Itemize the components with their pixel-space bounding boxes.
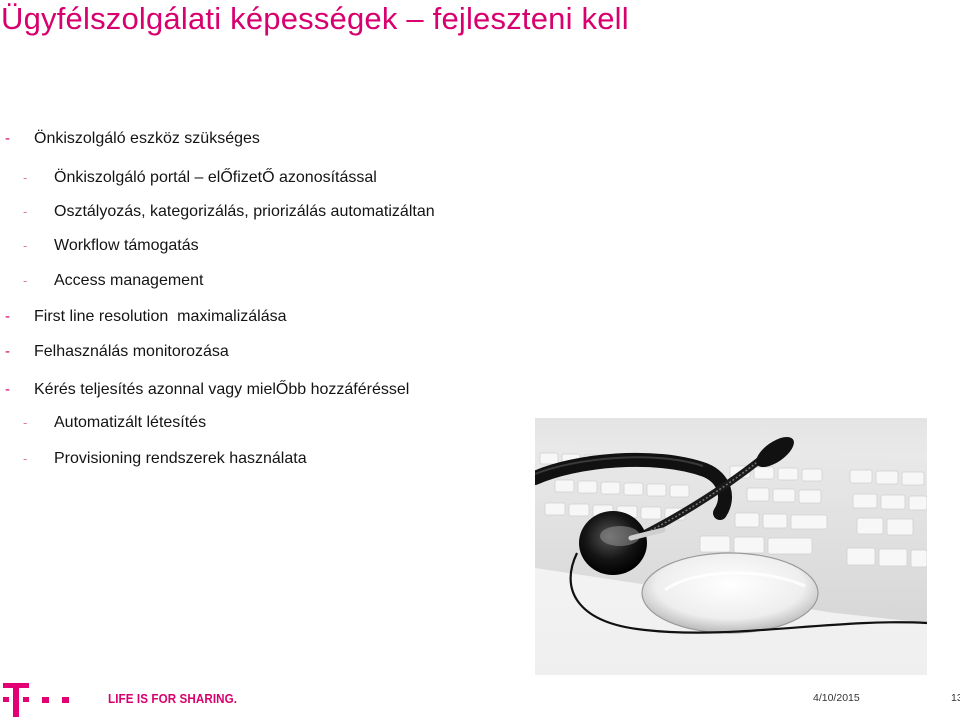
bullet-text: Önkiszolgáló portál – elŐfizetŐ azonosít… bbox=[54, 169, 377, 186]
bullet-text: First line resolution maximalizálása bbox=[34, 308, 287, 325]
mouse-icon bbox=[641, 552, 819, 634]
logo-dot bbox=[62, 697, 69, 703]
bullet-marker: - bbox=[23, 415, 28, 430]
footer-tagline: LIFE IS FOR SHARING. bbox=[108, 692, 238, 706]
bullet-marker: - bbox=[23, 273, 28, 288]
telekom-t-logo bbox=[3, 683, 69, 717]
bullet-marker: - bbox=[23, 204, 28, 219]
bullet-text: Kérés teljesítés azonnal vagy mielŐbb ho… bbox=[34, 381, 410, 398]
slide-title: Ügyfélszolgálati képességek – fejleszten… bbox=[1, 1, 629, 36]
bullet-text: Provisioning rendszerek használata bbox=[54, 450, 307, 467]
bullet-marker: - bbox=[5, 343, 10, 360]
bullet-text: Access management bbox=[54, 272, 204, 289]
headset-keyboard-photo bbox=[535, 418, 927, 675]
bullet-text: Önkiszolgáló eszköz szükséges bbox=[34, 130, 260, 147]
footer-date: 4/10/2015 bbox=[813, 692, 860, 704]
bullet-text: Felhasználás monitorozása bbox=[34, 343, 229, 360]
bullet-marker: - bbox=[5, 381, 10, 398]
bullet-text: Automatizált létesítés bbox=[54, 414, 207, 431]
bullet-text: Workflow támogatás bbox=[54, 237, 199, 254]
bullet-marker: - bbox=[5, 130, 10, 147]
page-number: 13 bbox=[951, 692, 960, 704]
bullet-marker: - bbox=[5, 308, 10, 325]
logo-dot bbox=[42, 697, 49, 703]
bullet-marker: - bbox=[23, 238, 28, 253]
bullet-marker: - bbox=[23, 451, 28, 466]
bullet-text: Osztályozás, kategorizálás, priorizálás … bbox=[54, 203, 435, 220]
bullet-marker: - bbox=[23, 170, 28, 185]
